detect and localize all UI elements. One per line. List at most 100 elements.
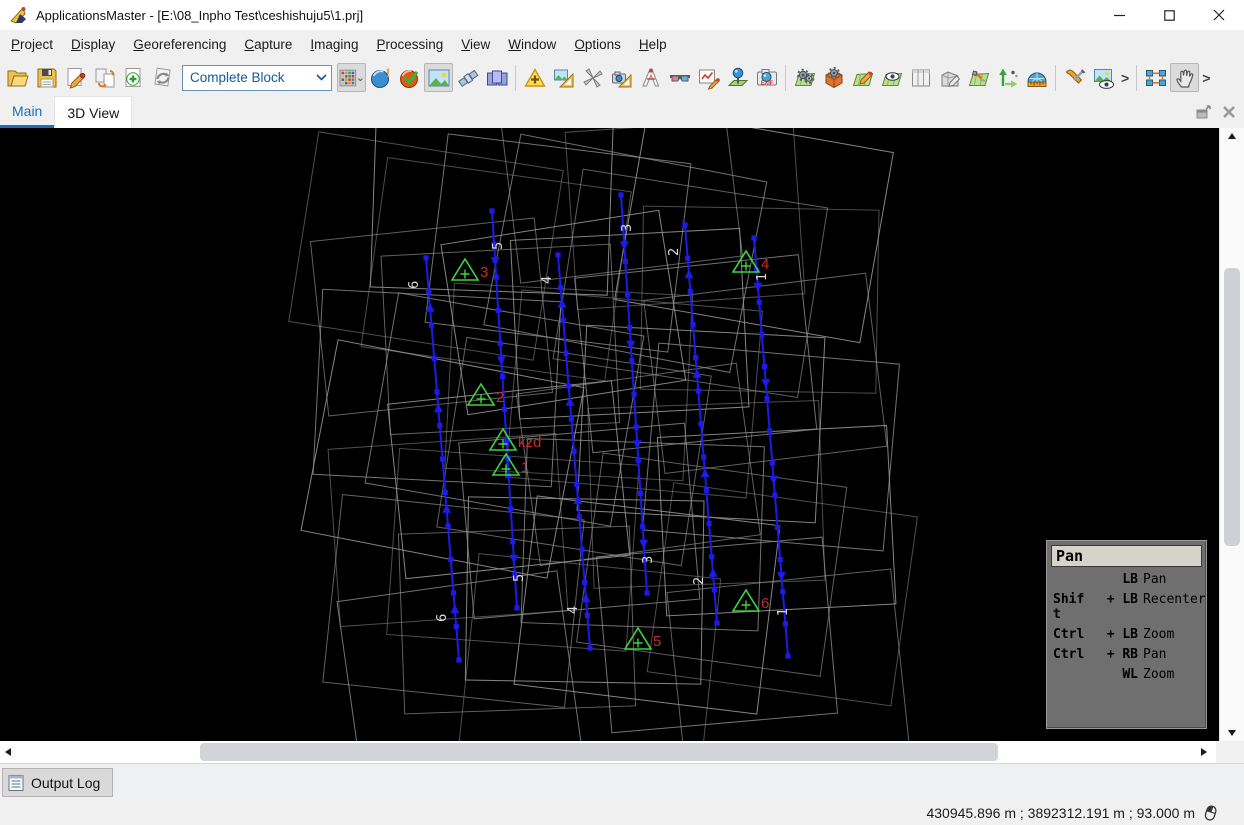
menu-project[interactable]: Project [2,33,62,56]
stereo-glasses-button[interactable] [665,63,694,92]
transfer-project-button[interactable] [90,63,119,92]
image-view-button[interactable] [424,63,453,92]
pan-mouse-button: + RB [1092,648,1138,663]
vertical-scroll-thumb[interactable] [1224,268,1240,546]
building-edit-button[interactable] [935,63,964,92]
menu-view[interactable]: View [452,33,499,56]
horizontal-scroll-thumb[interactable] [200,743,998,761]
tools-button[interactable] [1060,63,1089,92]
image-measure-button[interactable] [549,63,578,92]
photo-center-marker [502,407,507,412]
toolbar-separator [1055,65,1056,91]
menu-imaging[interactable]: Imaging [301,33,367,56]
photo-center-marker [780,589,785,594]
menu-options[interactable]: Options [565,33,630,56]
mouse-icon [1203,804,1218,823]
edit-project-button[interactable] [61,63,90,92]
strip-number-label: 5 [512,574,527,582]
block-grid-button[interactable]: ⌄ [337,63,366,92]
tab-3d-view[interactable]: 3D View [54,96,132,128]
scroll-down-button[interactable] [1220,725,1244,741]
edit-page-icon [64,66,88,90]
horizontal-scrollbar[interactable] [0,741,1216,763]
close-button[interactable] [1194,0,1244,30]
block-view-select[interactable]: Complete Block [182,65,332,91]
block-3d-view[interactable]: 665544332211342kzd165 Pan LBPanShift+ LB… [0,128,1219,741]
open-project-button[interactable] [3,63,32,92]
dome-measure-button[interactable] [1022,63,1051,92]
map-edit-button[interactable] [694,63,723,92]
map-view-button[interactable] [877,63,906,92]
satellite-icon [456,66,480,90]
vertical-scrollbar[interactable] [1219,128,1244,741]
photo-center-marker [762,364,767,369]
restore-view-button[interactable] [1196,105,1212,119]
map-tools-button[interactable] [964,63,993,92]
photo-center-marker [500,374,505,379]
pan-mouse-button: + LB [1092,593,1138,623]
toolbar-overflow-1[interactable]: > [1118,70,1132,86]
scroll-left-icon [5,748,11,756]
move-points-button[interactable] [993,63,1022,92]
map-eye-icon [880,66,904,90]
image-stack-button[interactable] [482,63,511,92]
scroll-left-button[interactable] [0,741,16,763]
photo-center-marker [585,613,590,618]
control-point-label: 4 [761,256,769,273]
pan-action: Zoom [1141,628,1204,643]
strip-number-label: 3 [641,556,656,564]
sync-page-icon [151,66,175,90]
gps-point-button[interactable] [723,63,752,92]
photo-center-marker [688,289,693,294]
globe-check-button[interactable] [395,63,424,92]
globe-info-button[interactable]: ! [366,63,395,92]
camera-measure-button[interactable] [607,63,636,92]
photo-center-marker [423,255,428,260]
save-project-button[interactable] [32,63,61,92]
map-draw-button[interactable] [848,63,877,92]
photo-center-marker [555,252,560,257]
viewport-area: 665544332211342kzd165 Pan LBPanShift+ LB… [0,128,1244,741]
tab-main[interactable]: Main [0,96,54,128]
pinwheel-button[interactable] [578,63,607,92]
add-points-button[interactable] [520,63,549,92]
exif-camera-button[interactable]: EXIF [752,63,781,92]
strip-number-label: 1 [776,608,791,616]
photo-footprint [425,134,691,352]
reload-project-button[interactable] [148,63,177,92]
flight-direction-arrow [769,476,778,485]
block-links-button[interactable] [1141,63,1170,92]
gps-pin-icon [726,66,750,90]
map-process-button[interactable] [790,63,819,92]
add-document-button[interactable] [119,63,148,92]
output-log-tab[interactable]: Output Log [2,768,113,797]
photo-center-marker [440,456,445,461]
minimize-button[interactable] [1094,0,1144,30]
scroll-right-button[interactable] [1196,741,1212,763]
menu-display[interactable]: Display [62,33,124,56]
pan-tool-button[interactable] [1170,63,1199,92]
menu-window[interactable]: Window [499,33,565,56]
photo-center-marker [508,506,513,511]
menu-help[interactable]: Help [630,33,676,56]
box-process-button[interactable] [819,63,848,92]
close-view-button[interactable] [1222,105,1236,119]
copy-pages-icon [93,66,117,90]
scroll-up-button[interactable] [1220,128,1244,144]
photo-center-marker [489,208,494,213]
maximize-button[interactable] [1144,0,1194,30]
satellite-button[interactable] [453,63,482,92]
strips-button[interactable] [906,63,935,92]
photogrammetry-block-canvas[interactable]: 665544332211342kzd165 [0,128,1219,741]
menu-georeferencing[interactable]: Georeferencing [124,33,235,56]
strip-number-label: 5 [491,242,506,250]
image-stack-icon [485,66,509,90]
save-icon [35,66,59,90]
toolbar-overflow-2[interactable]: > [1199,70,1213,86]
photo-center-marker [701,455,706,460]
menu-processing[interactable]: Processing [367,33,452,56]
menu-capture[interactable]: Capture [235,33,301,56]
photo-center-marker [587,645,592,650]
image-eye-button[interactable] [1089,63,1118,92]
tripod-button[interactable] [636,63,665,92]
